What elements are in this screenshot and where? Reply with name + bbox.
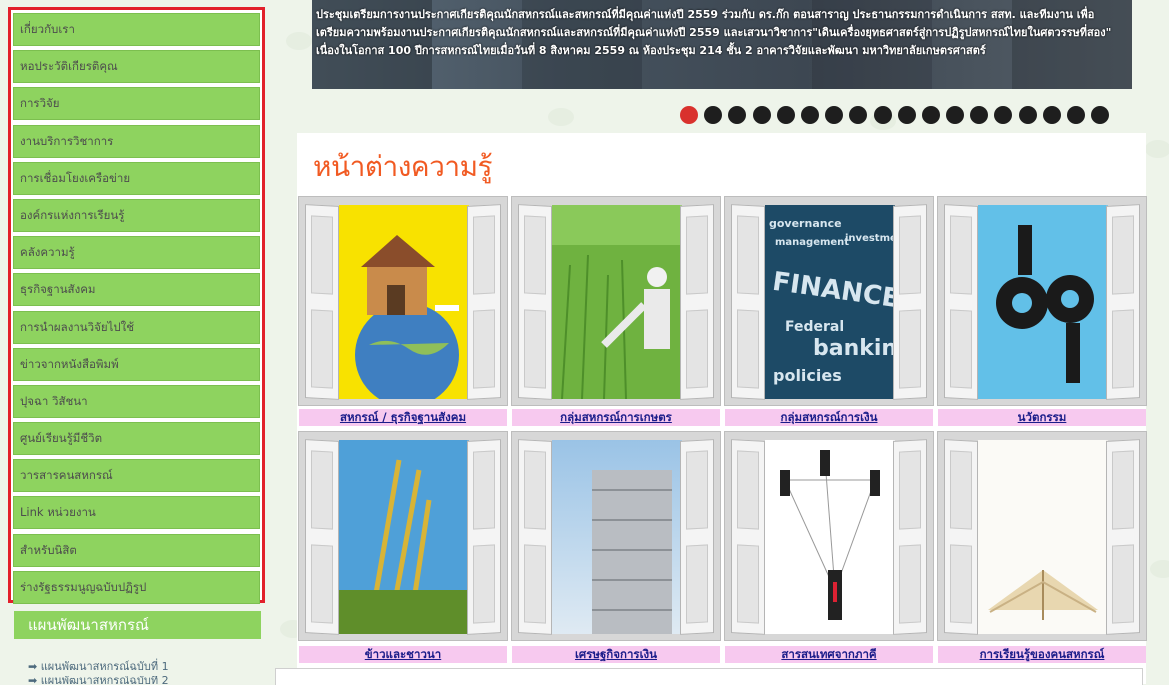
plan-link-1[interactable]: ➡ แผนพัฒนาสหกรณ์ฉบับที่ 1 [28, 657, 169, 675]
svg-text:management: management [775, 237, 849, 248]
window-shutter-right [893, 204, 927, 400]
sidebar-item-links[interactable]: Link หน่วยงาน [13, 496, 260, 530]
slide-dot[interactable] [873, 106, 892, 124]
open-book-image [978, 440, 1108, 634]
slide-dot[interactable] [728, 106, 747, 124]
knowledge-window-link[interactable]: สหกรณ์ / ธุรกิจฐานสังคม [299, 409, 507, 426]
sidebar-item-knowledge-bank[interactable]: คลังความรู้ [13, 236, 260, 270]
slide-dot[interactable] [776, 106, 795, 124]
window-shutter-right [680, 439, 714, 635]
slide-dot[interactable] [970, 106, 989, 124]
knowledge-panel: หน้าต่างความรู้ สหกรณ์ / ธุรกิจฐานสังคมก… [297, 133, 1147, 684]
knowledge-window-link[interactable]: สารสนเทศจากภาคี [725, 646, 933, 663]
knowledge-window-link[interactable]: กลุ่มสหกรณ์การเกษตร [512, 409, 720, 426]
slide-dot[interactable] [897, 106, 916, 124]
coin-stack-image [552, 440, 682, 634]
sidebar-item-students[interactable]: สำหรับนิสิต [13, 533, 260, 567]
slide-dot[interactable] [921, 106, 940, 124]
sidebar-item-research-utilization[interactable]: การนำผลงานวิจัยไปใช้ [13, 310, 260, 344]
slide-dot[interactable] [1067, 106, 1085, 124]
window-shutter-right [1106, 204, 1140, 400]
banner-slide[interactable]: ประชุมเตรียมการงานประกาศเกียรติคุณนักสหก… [312, 0, 1132, 89]
bottom-content-box [275, 668, 1143, 685]
slide-dot[interactable] [752, 106, 771, 124]
sidebar-item-network[interactable]: การเชื่อมโยงเครือข่าย [13, 161, 260, 195]
svg-text:policies: policies [773, 366, 842, 385]
sidebar-item-about[interactable]: เกี่ยวกับเรา [13, 13, 260, 46]
banner-caption: ประชุมเตรียมการงานประกาศเกียรติคุณนักสหก… [316, 8, 1112, 57]
slide-dot[interactable] [1018, 106, 1037, 124]
knowledge-window-coin-stack[interactable] [511, 431, 721, 641]
knowledge-window-finance-words[interactable]: governancemanagementinvestmentFINANCEFed… [724, 196, 934, 406]
sidebar-item-journal[interactable]: วารสารคนสหกรณ์ [13, 459, 260, 493]
window-shutter-right [1106, 439, 1140, 635]
plan-link-label: แผนพัฒนาสหกรณ์ฉบับที่ 2 [40, 676, 169, 684]
knowledge-window-rice-field[interactable] [511, 196, 721, 406]
knowledge-window-link[interactable]: ข้าวและชาวนา [299, 646, 507, 663]
page-title: หน้าต่างความรู้ [313, 150, 493, 183]
window-shutter-left [731, 439, 765, 635]
finance-words-image: governancemanagementinvestmentFINANCEFed… [765, 205, 913, 399]
arrow-bullet-icon: ➡ [28, 660, 38, 673]
globe-house-image [339, 205, 469, 405]
svg-text:Federal: Federal [785, 319, 844, 335]
window-shutter-left [518, 439, 552, 635]
sidebar-item-academic-service[interactable]: งานบริการวิชาการ [13, 124, 260, 158]
slide-dot[interactable] [704, 106, 723, 124]
knowledge-window-link[interactable]: นวัตกรรม [938, 409, 1146, 426]
window-shutter-left [518, 204, 552, 400]
slide-dot[interactable] [680, 106, 698, 124]
window-shutter-right [680, 204, 714, 400]
window-shutter-right [467, 439, 501, 635]
sidebar-item-living-learning-center[interactable]: ศูนย์เรียนรู้มีชีวิต [13, 422, 260, 456]
knowledge-window-link[interactable]: กลุ่มสหกรณ์การเงิน [725, 409, 933, 426]
slide-dot[interactable] [946, 106, 965, 124]
window-shutter-right [467, 204, 501, 400]
plan-section-header: แผนพัฒนาสหกรณ์ [14, 611, 261, 639]
sidebar-menu: เกี่ยวกับเรา หอประวัติเกียรติคุณ การวิจั… [8, 7, 265, 604]
sidebar-item-learning-org[interactable]: องค์กรแห่งการเรียนรู้ [13, 198, 260, 232]
knowledge-window-gears[interactable] [937, 196, 1147, 406]
knowledge-window-network-people[interactable] [724, 431, 934, 641]
rice-stalks-image [339, 440, 469, 635]
svg-text:governance: governance [769, 217, 842, 230]
sidebar-item-press-news[interactable]: ข่าวจากหนังสือพิมพ์ [13, 347, 260, 381]
window-shutter-left [305, 439, 339, 635]
window-shutter-left [731, 204, 765, 400]
sidebar-item-research[interactable]: การวิจัย [13, 87, 260, 121]
knowledge-window-rice-stalks[interactable] [298, 431, 508, 641]
slide-dot[interactable] [800, 106, 819, 124]
gears-image [978, 205, 1108, 399]
slide-dot[interactable] [1042, 106, 1061, 124]
knowledge-window-globe-house[interactable] [298, 196, 508, 406]
rice-field-image [552, 205, 682, 400]
window-shutter-left [305, 204, 339, 400]
window-shutter-left [944, 204, 978, 400]
plan-link-2[interactable]: ➡ แผนพัฒนาสหกรณ์ฉบับที่ 2 [28, 676, 258, 684]
knowledge-window-open-book[interactable] [937, 431, 1147, 641]
slide-dot[interactable] [825, 106, 844, 124]
svg-text:investment: investment [845, 233, 895, 244]
slide-pagination [680, 106, 1110, 126]
window-shutter-left [944, 439, 978, 635]
sidebar-item-social-business[interactable]: ธุรกิจฐานสังคม [13, 273, 260, 307]
sidebar-item-constitution-draft[interactable]: ร่างรัฐธรรมนูญฉบับปฏิรูป [13, 570, 260, 604]
knowledge-window-link[interactable]: การเรียนรู้ของคนสหกรณ์ [938, 646, 1146, 663]
window-shutter-right [893, 439, 927, 635]
slide-dot[interactable] [849, 106, 868, 124]
network-people-image [765, 440, 895, 634]
knowledge-window-link[interactable]: เศรษฐกิจการเงิน [512, 646, 720, 663]
arrow-bullet-icon: ➡ [28, 676, 38, 684]
sidebar-item-qa[interactable]: ปุจฉา วิสัชนา [13, 384, 260, 418]
slide-dot[interactable] [1091, 106, 1110, 124]
plan-link-label: แผนพัฒนาสหกรณ์ฉบับที่ 1 [40, 660, 169, 673]
sidebar-item-hall-of-fame[interactable]: หอประวัติเกียรติคุณ [13, 50, 260, 84]
slide-dot[interactable] [994, 106, 1013, 124]
svg-text:banking: banking [813, 336, 895, 361]
